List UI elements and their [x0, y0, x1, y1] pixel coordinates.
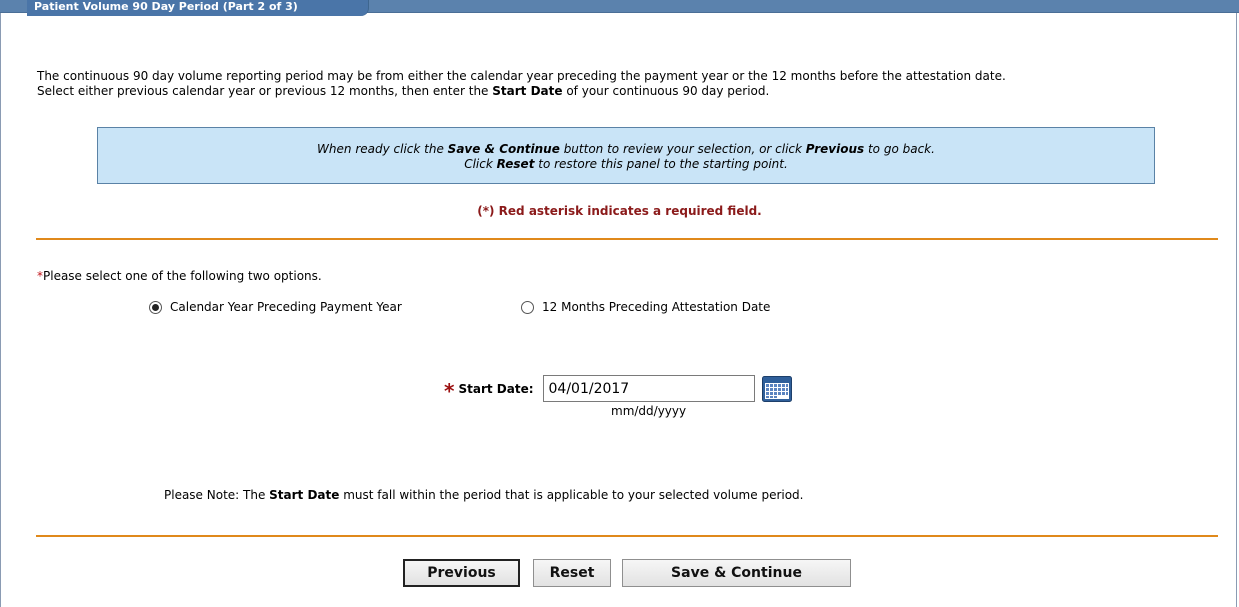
option-prompt: *Please select one of the following two … [37, 269, 322, 283]
instr-bold: Previous [805, 142, 865, 156]
instr-text: button to review your selection, or clic… [559, 142, 806, 156]
radio-12-months-label[interactable]: 12 Months Preceding Attestation Date [542, 300, 770, 314]
instr-text: to restore this panel to the starting po… [534, 157, 788, 171]
instructions-box: When ready click the Save & Continue but… [97, 127, 1155, 184]
radio-button-unchecked[interactable] [521, 300, 534, 314]
note-suffix: must fall within the period that is appl… [339, 488, 804, 502]
calendar-icon[interactable] [761, 375, 792, 402]
previous-button[interactable]: Previous [403, 559, 520, 587]
instr-bold: Reset [496, 157, 535, 171]
reset-button[interactable]: Reset [533, 559, 611, 587]
save-continue-button[interactable]: Save & Continue [622, 559, 851, 587]
start-date-note: Please Note: The Start Date must fall wi… [164, 488, 804, 502]
radio-calendar-year-label[interactable]: Calendar Year Preceding Payment Year [170, 300, 402, 314]
instructions-line-1: When ready click the Save & Continue but… [98, 142, 1154, 157]
radio-12-months[interactable]: 12 Months Preceding Attestation Date [521, 300, 770, 314]
instr-bold: Save & Continue [447, 142, 560, 156]
intro-line-2-bold: Start Date [492, 84, 563, 98]
instr-text: to go back. [864, 142, 935, 156]
instr-text: Click [464, 157, 497, 171]
start-date-input[interactable] [542, 375, 755, 402]
intro-line-2: Select either previous calendar year or … [37, 84, 1217, 99]
instr-text: When ready click the [317, 142, 448, 156]
intro-line-1: The continuous 90 day volume reporting p… [37, 69, 1006, 83]
button-bar: Previous Reset Save & Continue [403, 559, 851, 587]
required-asterisk: * [444, 378, 455, 403]
start-date-row: * Start Date: [444, 375, 792, 402]
divider-bottom [36, 535, 1218, 537]
intro-line-2-prefix: Select either previous calendar year or … [37, 84, 493, 98]
page-title: Patient Volume 90 Day Period (Part 2 of … [27, 0, 369, 16]
intro-line-2-suffix: of your continuous 90 day period. [562, 84, 770, 98]
note-prefix: Please Note: The [164, 488, 270, 502]
note-bold: Start Date [269, 488, 340, 502]
required-field-note: (*) Red asterisk indicates a required fi… [477, 204, 762, 218]
radio-button-checked[interactable] [149, 300, 162, 314]
intro-text: The continuous 90 day volume reporting p… [37, 69, 1217, 99]
radio-calendar-year[interactable]: Calendar Year Preceding Payment Year [149, 300, 402, 314]
instructions-line-2: Click Reset to restore this panel to the… [98, 157, 1154, 172]
option-prompt-text: Please select one of the following two o… [43, 269, 322, 283]
date-format-hint: mm/dd/yyyy [611, 404, 687, 418]
start-date-label: Start Date: [458, 381, 534, 396]
divider-top [36, 238, 1218, 240]
